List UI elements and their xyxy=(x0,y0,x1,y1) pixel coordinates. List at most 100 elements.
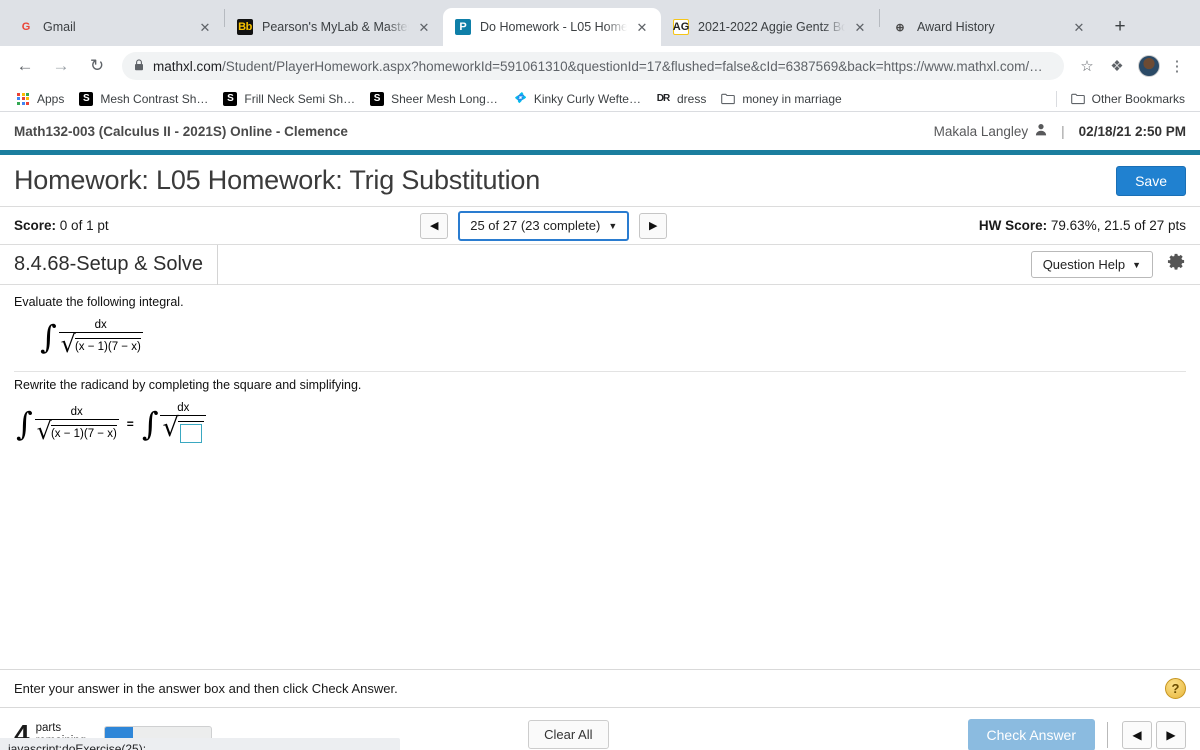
equals-sign: = xyxy=(126,416,134,431)
bookmark-label: money in marriage xyxy=(742,91,842,106)
integral-expression-1: ∫ dx √ (x − 1)(7 − x) xyxy=(14,313,1186,361)
hw-score-value: 79.63%, 21.5 of 27 pts xyxy=(1050,218,1187,233)
fraction-right: dx √ xyxy=(160,402,207,445)
tab-title: Award History xyxy=(917,20,995,34)
score-value: 0 of 1 pt xyxy=(59,218,109,233)
parts-label-line1: parts xyxy=(35,722,62,735)
integral-icon: ∫ xyxy=(141,404,159,443)
course-title: Math132-003 (Calculus II - 2021S) Online… xyxy=(14,123,348,139)
tab-title: 2021-2022 Aggie Gentz Book S xyxy=(698,20,845,34)
pearson-icon: P xyxy=(455,19,471,35)
bookmark-other-bookmarks[interactable]: Other Bookmarks xyxy=(1063,88,1192,110)
tab-title: Gmail xyxy=(43,20,76,34)
chevron-down-icon: ▼ xyxy=(1132,259,1141,270)
avatar[interactable] xyxy=(1138,55,1160,77)
reload-icon[interactable]: ↻ xyxy=(82,51,112,81)
problem-part-2: Rewrite the radicand by completing the s… xyxy=(14,372,1186,451)
instruction-row: Enter your answer in the answer box and … xyxy=(0,669,1200,707)
fraction-numerator: dx xyxy=(70,405,83,418)
blackboard-icon: Bb xyxy=(237,19,253,35)
user-name: Makala Langley xyxy=(933,123,1029,139)
bookmarks-bar: Apps S Mesh Contrast Sh… S Frill Neck Se… xyxy=(0,86,1200,112)
integral-icon: ∫ xyxy=(40,318,57,356)
extensions-icon[interactable]: ❖ xyxy=(1104,53,1130,79)
next-question-button[interactable]: ▶ xyxy=(639,212,668,239)
radicand: (x − 1)(7 − x) xyxy=(50,424,117,440)
lock-icon xyxy=(134,58,144,74)
back-icon[interactable]: ← xyxy=(10,51,40,81)
browser-tab-pearson-mylab[interactable]: Bb Pearson's MyLab & Mastering ✕ xyxy=(225,8,443,46)
instruction-text: Enter your answer in the answer box and … xyxy=(14,681,398,696)
bookmark-kinky-curly[interactable]: 💠 Kinky Curly Wefte… xyxy=(505,88,648,110)
radical: √ (x − 1)(7 − x) xyxy=(60,330,141,358)
bookmarks-divider xyxy=(1055,90,1057,107)
close-icon[interactable]: ✕ xyxy=(633,18,651,36)
bookmark-label: Kinky Curly Wefte… xyxy=(533,91,641,106)
new-tab-button[interactable]: + xyxy=(1106,13,1134,41)
bookmark-label: Frill Neck Semi Sh… xyxy=(244,91,356,106)
radical-sign-icon: √ xyxy=(60,330,76,358)
answer-input[interactable] xyxy=(180,424,203,443)
help-icon[interactable]: ? xyxy=(1165,678,1186,699)
next-part-button[interactable]: ▶ xyxy=(1156,720,1186,749)
browser-tab-aggie-gentz[interactable]: AG 2021-2022 Aggie Gentz Book S ✕ xyxy=(661,8,879,46)
fraction-denominator: √ xyxy=(160,415,207,445)
question-help-label: Question Help xyxy=(1042,257,1126,272)
radical: √ xyxy=(162,415,205,445)
gear-icon[interactable] xyxy=(1167,252,1186,277)
dr-icon: DR xyxy=(656,93,670,104)
browser-menu-icon[interactable]: ⋮ xyxy=(1164,53,1190,79)
gmail-icon: G xyxy=(21,21,31,33)
shein-icon: S xyxy=(369,91,385,107)
fraction-left: dx √ (x − 1)(7 − x) xyxy=(34,405,119,445)
question-bar: 8.4.68-Setup & Solve Question Help ▼ xyxy=(0,244,1200,285)
previous-question-button[interactable]: ◀ xyxy=(420,212,449,239)
address-bar[interactable]: mathxl.com/Student/PlayerHomework.aspx?h… xyxy=(122,52,1064,80)
integral-icon: ∫ xyxy=(16,404,33,443)
radicand xyxy=(178,421,205,445)
browser-tab-award-history[interactable]: ⊕ Award History ✕ xyxy=(880,8,1098,46)
bookmark-mesh-contrast[interactable]: S Mesh Contrast Sh… xyxy=(71,88,215,110)
question-select[interactable]: 25 of 27 (23 complete) ▼ xyxy=(458,210,630,241)
integral-expression-2: ∫ dx √ (x − 1)(7 − x) = ∫ dx √ xyxy=(14,396,1186,451)
bookmark-label: Apps xyxy=(37,91,65,106)
bookmark-dress[interactable]: DR dress xyxy=(648,88,713,110)
bookmark-label: dress xyxy=(676,91,707,106)
close-icon[interactable]: ✕ xyxy=(851,18,869,36)
bookmark-apps[interactable]: Apps xyxy=(8,88,71,110)
aggie-icon: AG xyxy=(672,19,690,35)
shein-icon: S xyxy=(78,91,94,107)
person-icon[interactable] xyxy=(1035,123,1047,139)
close-icon[interactable]: ✕ xyxy=(196,18,214,36)
close-icon[interactable]: ✕ xyxy=(1070,18,1088,36)
shein-icon: S xyxy=(222,91,238,107)
close-icon[interactable]: ✕ xyxy=(415,18,433,36)
question-help-button[interactable]: Question Help ▼ xyxy=(1030,251,1153,278)
previous-part-button[interactable]: ◀ xyxy=(1122,720,1152,749)
bookmark-sheer-mesh[interactable]: S Sheer Mesh Long… xyxy=(362,88,505,110)
radicand: (x − 1)(7 − x) xyxy=(74,338,141,353)
score-label: Score: xyxy=(14,218,57,233)
chevron-down-icon: ▼ xyxy=(608,220,618,231)
browser-tab-gmail[interactable]: G Gmail ✕ xyxy=(6,8,224,46)
bookmark-money-in-marriage[interactable]: money in marriage xyxy=(713,88,848,110)
fraction: dx √ (x − 1)(7 − x) xyxy=(58,319,143,358)
save-button[interactable]: Save xyxy=(1116,165,1186,196)
forward-icon[interactable]: → xyxy=(46,51,76,81)
fraction-denominator: √ (x − 1)(7 − x) xyxy=(34,416,119,445)
header-separator: | xyxy=(1061,123,1065,139)
bookmark-label: Mesh Contrast Sh… xyxy=(100,91,209,106)
check-answer-button[interactable]: Check Answer xyxy=(967,718,1095,750)
tab-title: Do Homework - L05 Homework xyxy=(480,20,627,34)
bookmark-frill-neck[interactable]: S Frill Neck Semi Sh… xyxy=(215,88,362,110)
folder-icon xyxy=(1070,91,1086,107)
question-navigator: ◀ 25 of 27 (23 complete) ▼ ▶ xyxy=(420,210,668,241)
hw-score-label: HW Score: xyxy=(978,218,1048,233)
radical-sign-icon: √ xyxy=(36,416,52,445)
page-arrows: ◀ ▶ xyxy=(1107,720,1186,749)
bookmark-label: Other Bookmarks xyxy=(1091,91,1185,106)
datetime: 02/18/21 2:50 PM xyxy=(1078,123,1186,139)
clear-all-button[interactable]: Clear All xyxy=(528,720,609,749)
bookmark-star-icon[interactable]: ☆ xyxy=(1074,53,1100,79)
browser-tab-do-homework[interactable]: P Do Homework - L05 Homework ✕ xyxy=(443,8,661,46)
